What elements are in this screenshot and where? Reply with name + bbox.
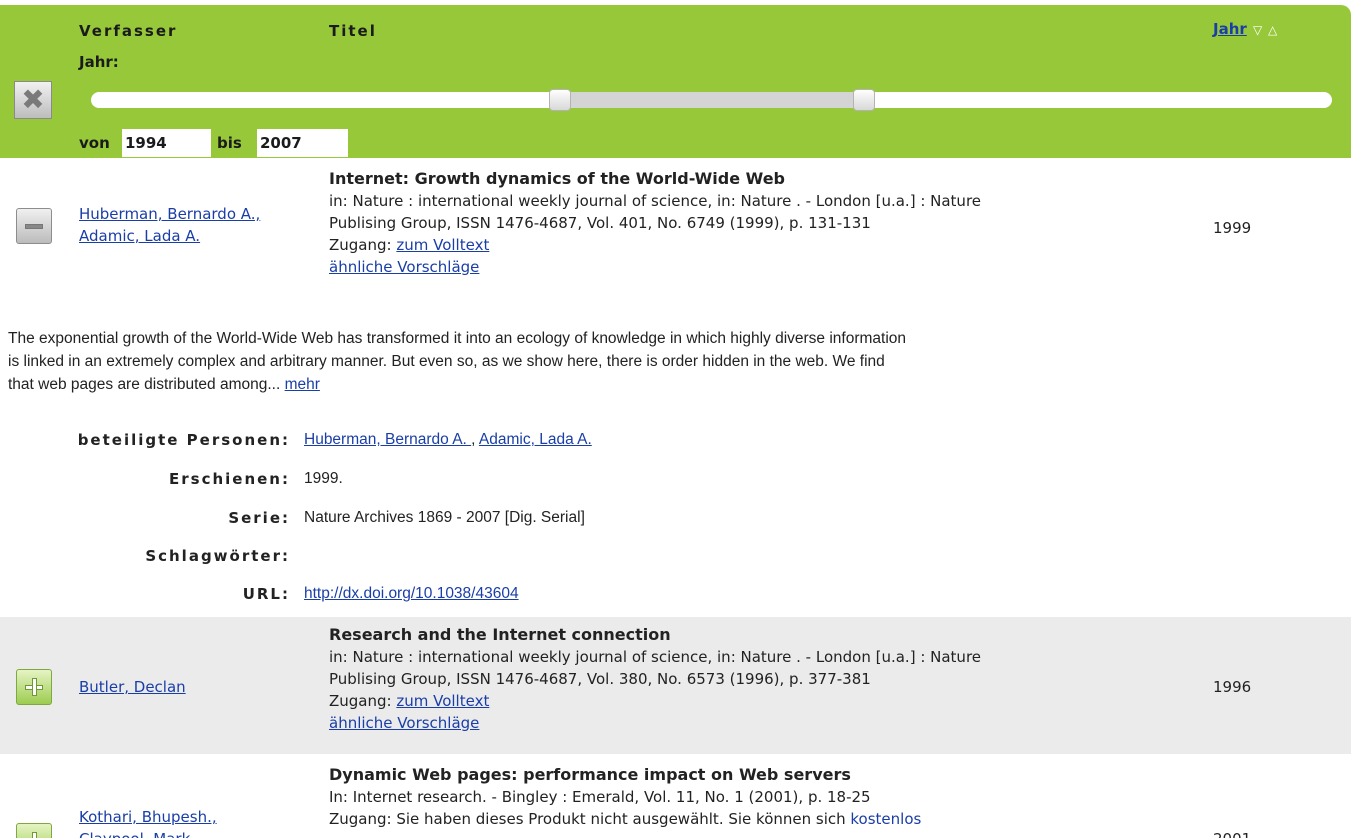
zugang-line: Zugang: zum Volltext xyxy=(329,234,981,256)
author-link[interactable]: Adamic, Lada A. xyxy=(79,227,200,245)
author-link[interactable]: Huberman, Bernardo A., xyxy=(79,205,260,223)
abstract-text: that web pages are distributed among... xyxy=(8,376,281,393)
sort-by-year-link[interactable]: Jahr xyxy=(1213,20,1247,38)
result-info: Dynamic Web pages: performance impact on… xyxy=(329,764,921,830)
persons-value: Huberman, Bernardo A. , Adamic, Lada A. xyxy=(304,431,592,448)
label-erschienen: Erschienen: xyxy=(169,470,290,488)
zugang-line: Zugang: zum Volltext xyxy=(329,690,981,712)
source-line: In: Internet research. - Bingley : Emera… xyxy=(329,788,871,806)
column-titel: Titel xyxy=(329,22,377,40)
more-link[interactable]: mehr xyxy=(285,376,320,393)
year-filter-label: Jahr: xyxy=(79,53,119,71)
expand-button[interactable] xyxy=(16,669,52,705)
authors: Kothari, Bhupesh., Claypool, Mark. xyxy=(79,806,217,838)
result-info: Research and the Internet connection in:… xyxy=(329,624,981,734)
result-year: 1996 xyxy=(1213,678,1252,696)
result-year: 1999 xyxy=(1213,219,1252,237)
expand-button[interactable] xyxy=(16,823,52,838)
clear-filter-button[interactable]: ✖ xyxy=(14,81,52,119)
year-range-slider[interactable] xyxy=(91,89,1332,111)
slider-handle-max[interactable] xyxy=(853,89,875,111)
slider-selected-range xyxy=(562,92,864,108)
result-row: Butler, Declan Research and the Internet… xyxy=(0,617,1351,754)
result-title: Internet: Growth dynamics of the World-W… xyxy=(329,169,785,188)
zugang-line: Zugang: Sie haben dieses Produkt nicht a… xyxy=(329,808,921,830)
fulltext-link[interactable]: zum Volltext xyxy=(396,692,489,710)
abstract-line: The exponential growth of the World-Wide… xyxy=(8,330,907,347)
url-value: http://dx.doi.org/10.1038/43604 xyxy=(304,585,519,603)
result-row: Huberman, Bernardo A., Adamic, Lada A. I… xyxy=(0,158,1351,298)
doi-link[interactable]: http://dx.doi.org/10.1038/43604 xyxy=(304,585,519,602)
result-info: Internet: Growth dynamics of the World-W… xyxy=(329,168,981,278)
person-link[interactable]: Huberman, Bernardo A. xyxy=(304,431,471,448)
author-link[interactable]: Kothari, Bhupesh., xyxy=(79,808,217,826)
label-persons: beteiligte Personen: xyxy=(77,431,290,449)
year-to-input[interactable] xyxy=(257,129,348,157)
label-schlagwoerter: Schlagwörter: xyxy=(145,547,290,565)
result-title: Dynamic Web pages: performance impact on… xyxy=(329,765,851,784)
label-url: URL: xyxy=(242,585,290,603)
result-title: Research and the Internet connection xyxy=(329,625,671,644)
label-serie: Serie: xyxy=(228,509,290,527)
source-line: in: Nature : international weekly journa… xyxy=(329,648,982,666)
bis-label: bis xyxy=(217,134,242,152)
sort-desc-icon[interactable]: ▽ xyxy=(1253,24,1262,36)
author-link[interactable]: Butler, Declan xyxy=(79,678,186,696)
abstract-line: that web pages are distributed among... … xyxy=(8,373,1348,396)
author-link[interactable]: Claypool, Mark. xyxy=(79,830,195,838)
column-verfasser: Verfasser xyxy=(79,22,178,40)
person-link[interactable]: Adamic, Lada A. xyxy=(479,431,592,448)
source-line: in: Nature : international weekly journa… xyxy=(329,192,982,210)
zugang-label: Zugang: xyxy=(329,236,392,254)
result-year: 2001 xyxy=(1213,830,1251,838)
free-register-link[interactable]: kostenlos xyxy=(850,810,921,828)
von-label: von xyxy=(79,134,110,152)
year-from-input[interactable] xyxy=(122,129,211,157)
similar-suggestions-link[interactable]: ähnliche Vorschläge xyxy=(329,714,479,732)
similar-suggestions-link[interactable]: ähnliche Vorschläge xyxy=(329,258,479,276)
slider-handle-min[interactable] xyxy=(549,89,571,111)
source-line: Publising Group, ISSN 1476-4687, Vol. 40… xyxy=(329,214,871,232)
results-header: Verfasser Titel Jahr ▽ △ Jahr: ✖ von bis xyxy=(0,5,1351,158)
serie-value: Nature Archives 1869 - 2007 [Dig. Serial… xyxy=(304,509,585,526)
abstract: The exponential growth of the World-Wide… xyxy=(8,327,1348,396)
collapse-button[interactable] xyxy=(16,208,52,244)
erschienen-value: 1999. xyxy=(304,470,343,487)
minus-icon xyxy=(25,224,43,229)
authors: Butler, Declan xyxy=(79,676,186,698)
zugang-text: Zugang: Sie haben dieses Produkt nicht a… xyxy=(329,810,846,828)
source-line: Publising Group, ISSN 1476-4687, Vol. 38… xyxy=(329,670,871,688)
column-jahr: Jahr xyxy=(1213,20,1247,38)
authors: Huberman, Bernardo A., Adamic, Lada A. xyxy=(79,203,260,247)
close-icon: ✖ xyxy=(21,83,45,116)
result-row: Kothari, Bhupesh., Claypool, Mark. Dynam… xyxy=(0,754,1351,838)
abstract-line: is linked in an extremely complex and ar… xyxy=(8,353,885,370)
zugang-label: Zugang: xyxy=(329,692,392,710)
fulltext-link[interactable]: zum Volltext xyxy=(396,236,489,254)
sort-asc-icon[interactable]: △ xyxy=(1268,24,1277,36)
